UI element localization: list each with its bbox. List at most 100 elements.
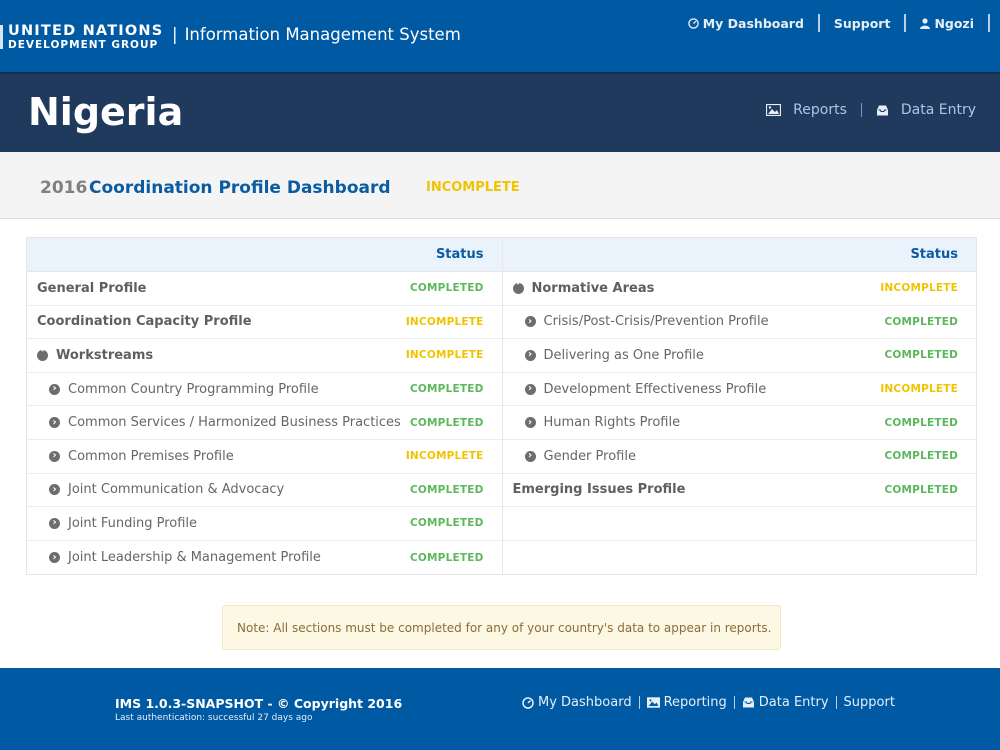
chevron-circle-right-icon[interactable]: › (49, 517, 60, 529)
profile-label[interactable]: › Joint Communication & Advocacy (37, 482, 284, 497)
footer-my-dashboard-link[interactable]: My Dashboard (522, 695, 632, 710)
top-nav-support[interactable]: Support (817, 14, 905, 32)
top-bar: UNITED NATIONS DEVELOPMENT GROUP | Inform… (0, 0, 1000, 72)
chevron-circle-right-icon[interactable]: › (49, 450, 60, 462)
profile-label-text: Emerging Issues Profile (512, 482, 686, 498)
profile-row-common-country-programming-profile[interactable]: › Common Country Programming Profile COMPL… (27, 373, 502, 407)
country-nav: Reports Data Entry (766, 102, 976, 118)
dashboard-gauge-icon (522, 696, 534, 709)
profile-row-joint-leadership-management-profile[interactable]: › Joint Leadership & Management Profile CO… (27, 541, 502, 575)
chevron-circle-right-icon[interactable]: › (524, 450, 536, 462)
footer-support-link[interactable]: Support (844, 695, 895, 710)
chevron-circle-right-icon[interactable]: › (524, 383, 536, 395)
profile-label[interactable]: General Profile (37, 281, 147, 296)
status-badge: COMPLETED (884, 315, 958, 328)
left-profile-table: Status General Profile COMPLETED Coordinat… (27, 238, 502, 574)
profile-label[interactable]: › Human Rights Profile (513, 415, 680, 430)
empty-table-row (503, 541, 977, 575)
profile-label-text: Common Services / Harmonized Business Pr… (68, 415, 401, 431)
profile-row-joint-communication-advocacy[interactable]: › Joint Communication & Advocacy COMPLETED (27, 474, 502, 508)
empty-table-row (502, 507, 976, 541)
chevron-circle-right-icon[interactable]: › (49, 552, 60, 564)
profile-row-coordination-capacity-profile[interactable]: Coordination Capacity Profile INCOMPLETE (27, 306, 502, 340)
footer-reporting-link[interactable]: Reporting (646, 695, 727, 710)
top-nav-user[interactable]: Ngozi (904, 14, 988, 32)
nav-divider (860, 103, 862, 117)
profile-label[interactable]: › Common Country Programming Profile (37, 382, 319, 397)
chevron-circle-right-icon[interactable]: › (49, 417, 60, 429)
profile-label[interactable]: ˅ Normative Areas (512, 280, 655, 296)
data-entry-link[interactable]: Data Entry (876, 102, 976, 118)
chevron-circle-right-icon[interactable]: › (524, 349, 536, 361)
overall-status-badge: INCOMPLETE (426, 180, 520, 195)
top-nav-my-dashboard-label: My Dashboard (702, 15, 804, 31)
profile-row-gender-profile[interactable]: › Gender Profile COMPLETED (502, 440, 976, 474)
profile-label[interactable]: › Delivering as One Profile (513, 348, 704, 363)
data-entry-label: Data Entry (900, 102, 976, 118)
profile-label-text: Common Premises Profile (68, 448, 234, 464)
footer-my-dashboard-label: My Dashboard (538, 695, 632, 710)
footer-data-entry-link[interactable]: Data Entry (742, 695, 829, 710)
profile-row-workstreams[interactable]: ˅ Workstreams INCOMPLETE (27, 339, 502, 373)
status-column-header: Status (502, 238, 976, 272)
profile-label[interactable]: › Crisis/Post-Crisis/Prevention Profile (513, 314, 769, 329)
status-badge: INCOMPLETE (405, 349, 484, 362)
profile-label-text: Delivering as One Profile (543, 347, 704, 363)
profile-label[interactable]: › Development Effectiveness Profile (513, 382, 766, 397)
status-badge: COMPLETED (884, 450, 958, 463)
profile-label-text: Joint Communication & Advocacy (68, 482, 285, 498)
profile-row-common-premises-profile[interactable]: › Common Premises Profile INCOMPLETE (27, 440, 502, 474)
dashboard-header: 2016 Coordination Profile Dashboard INCO… (0, 152, 1000, 219)
status-badge: COMPLETED (410, 517, 484, 530)
app-title: | Information Management System (172, 25, 461, 44)
profile-label[interactable]: › Common Services / Harmonized Business P… (37, 415, 401, 430)
app-title-text: Information Management System (184, 25, 461, 44)
inbox-icon (876, 105, 889, 116)
profile-row-human-rights-profile[interactable]: › Human Rights Profile COMPLETED (502, 406, 976, 440)
dashboard-gauge-icon (687, 17, 699, 29)
footer-nav: My Dashboard Reporting Data Entry Suppor… (522, 695, 895, 710)
profile-label[interactable]: › Joint Leadership & Management Profile (37, 550, 321, 565)
profile-label[interactable]: › Joint Funding Profile (37, 516, 197, 531)
profile-row-common-services-harmonized-business-practices[interactable]: › Common Services / Harmonized Business P… (27, 406, 502, 440)
profile-row-crisis-post-crisis-prevention-profile[interactable]: › Crisis/Post-Crisis/Prevention Profile CO… (502, 306, 976, 340)
chevron-circle-down-icon[interactable]: ˅ (37, 349, 48, 361)
profile-row-emerging-issues-profile[interactable]: Emerging Issues Profile COMPLETED (502, 474, 976, 508)
status-badge: COMPLETED (410, 416, 484, 429)
status-badge: INCOMPLETE (880, 282, 958, 295)
chevron-circle-right-icon[interactable]: › (49, 383, 60, 395)
profile-row-general-profile[interactable]: General Profile COMPLETED (27, 272, 502, 306)
status-badge: COMPLETED (410, 551, 484, 564)
chevron-circle-right-icon[interactable]: › (524, 417, 536, 429)
status-badge: COMPLETED (884, 349, 958, 362)
profile-label[interactable]: Emerging Issues Profile (513, 482, 686, 497)
chevron-circle-right-icon[interactable]: › (49, 484, 60, 496)
profile-label[interactable]: › Gender Profile (513, 449, 636, 464)
status-column-header: Status (27, 238, 502, 272)
reports-link[interactable]: Reports (766, 102, 847, 118)
profile-label[interactable]: ˅ Workstreams (37, 348, 153, 363)
nav-divider (835, 696, 837, 709)
profile-row-delivering-as-one-profile[interactable]: › Delivering as One Profile COMPLETED (502, 339, 976, 373)
undg-logo[interactable]: UNITED NATIONS DEVELOPMENT GROUP (0, 24, 163, 50)
note-text: Note: All sections must be completed for… (237, 620, 772, 635)
profile-row-development-effectiveness-profile[interactable]: › Development Effectiveness Profile INCOMP… (502, 373, 976, 407)
profile-row-joint-funding-profile[interactable]: › Joint Funding Profile COMPLETED (27, 507, 502, 541)
status-badge: COMPLETED (410, 282, 484, 295)
profile-row-normative-areas[interactable]: ˅ Normative Areas INCOMPLETE (502, 272, 976, 306)
chevron-circle-down-icon[interactable]: ˅ (512, 282, 524, 294)
right-profile-table: Status ˅ Normative Areas INCOMPLETE › Crisis… (501, 238, 977, 575)
profile-label[interactable]: › Common Premises Profile (37, 449, 234, 464)
note-alert: Note: All sections must be completed for… (222, 605, 781, 650)
status-badge: INCOMPLETE (405, 315, 484, 328)
status-badge: INCOMPLETE (405, 450, 484, 463)
country-name: Nigeria (28, 90, 184, 134)
status-badge: COMPLETED (410, 483, 484, 496)
top-nav-my-dashboard[interactable]: My Dashboard (674, 14, 818, 32)
chevron-circle-right-icon[interactable]: › (524, 316, 536, 328)
profile-label[interactable]: Coordination Capacity Profile (37, 314, 252, 329)
footer-reporting-label: Reporting (663, 695, 727, 710)
profile-label-text: Workstreams (56, 347, 154, 363)
profile-label-text: Coordination Capacity Profile (37, 314, 252, 330)
profile-label-text: Normative Areas (531, 280, 655, 296)
